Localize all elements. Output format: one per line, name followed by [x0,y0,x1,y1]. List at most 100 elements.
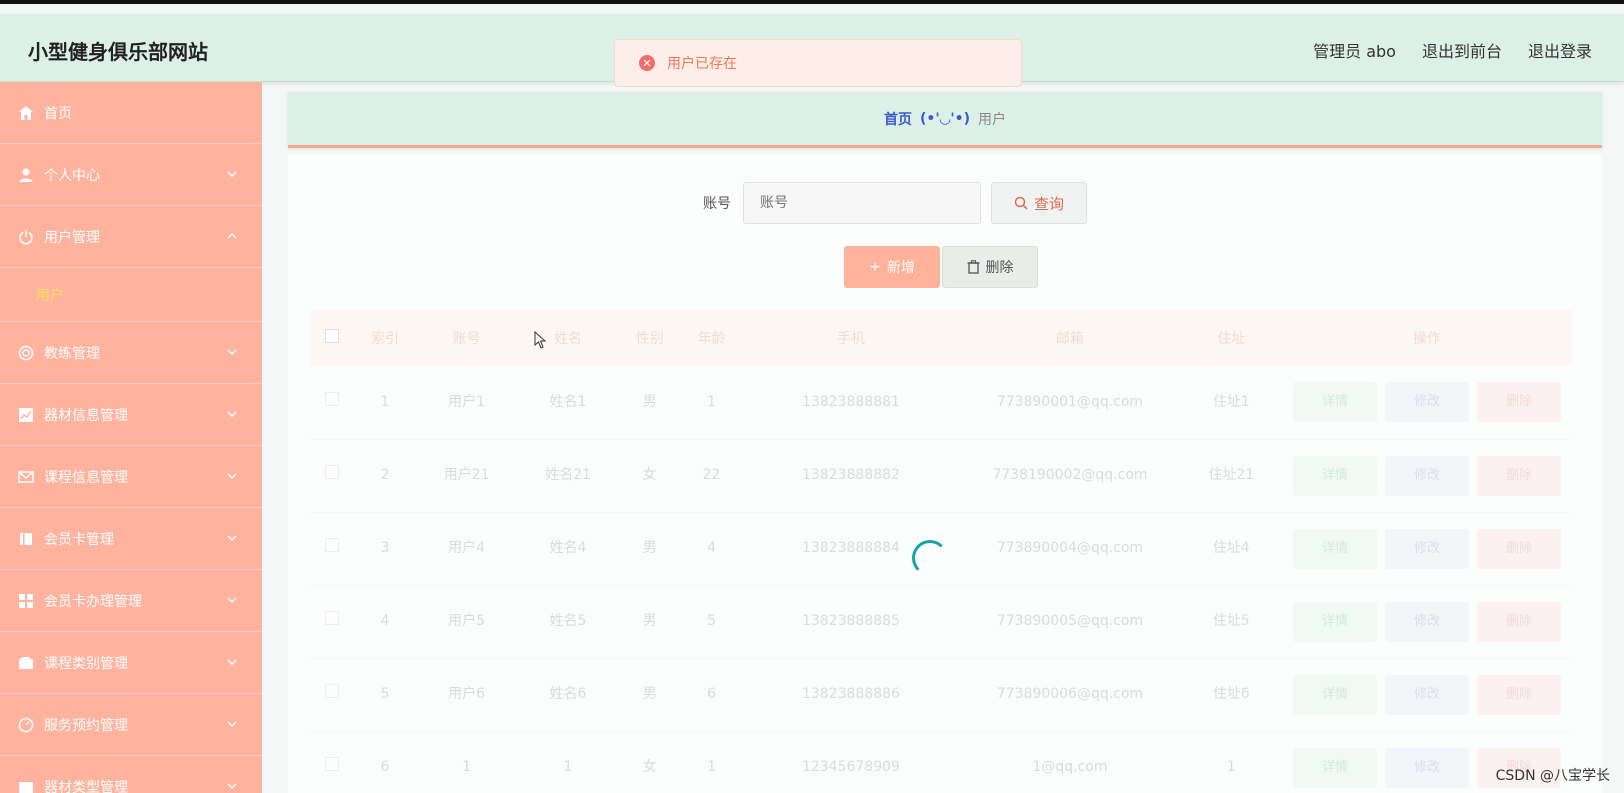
sidebar-item-equipment-type[interactable]: 器材类型管理 [0,756,262,793]
table-cell: 1 [1226,759,1236,776]
row-checkbox[interactable] [310,366,354,439]
add-button[interactable]: + 新增 [844,246,940,288]
table-cell: 住址6 [1212,686,1250,703]
table-cell: 5 [380,686,390,703]
table-cell: 12345678909 [801,759,900,776]
sidebar-item-label: 会员卡管理 [44,531,114,548]
row-checkbox[interactable] [310,658,354,731]
sidebar-item-home[interactable]: 首页 [0,82,262,144]
edit-button[interactable]: 修改 [1385,528,1469,569]
row-delete-button[interactable]: 删除 [1477,455,1561,496]
search-icon [1014,196,1028,210]
column-header: 索引 [370,331,399,347]
watermark: CSDN @八宝学长 [1495,768,1610,784]
row-delete-button[interactable]: 删除 [1477,674,1561,715]
sidebar-item-card-application[interactable]: 会员卡办理管理 [0,570,262,632]
table-cell: 5 [707,613,717,630]
table-cell: 7738190002@qq.com [992,467,1148,484]
row-checkbox[interactable] [310,731,354,793]
table-cell: 1 [563,759,573,776]
box-icon [18,779,34,793]
detail-button[interactable]: 详情 [1293,747,1377,788]
edit-button[interactable]: 修改 [1385,674,1469,715]
table-cell: 1 [707,394,717,411]
content-panel: 账号 查询 + 新增 删除 索引 [288,154,1602,793]
table-cell: 4 [707,540,717,557]
batch-delete-button[interactable]: 删除 [942,246,1038,288]
edit-button[interactable]: 修改 [1385,455,1469,496]
to-frontend-link[interactable]: 退出到前台 [1422,38,1502,62]
wallet-icon [18,655,34,671]
trash-icon [967,260,979,274]
row-actions: 详情 修改 删除 [1282,585,1572,658]
sidebar-item-profile[interactable]: 个人中心 [0,144,262,206]
chevron-up-icon [227,232,237,239]
edit-button[interactable]: 修改 [1385,382,1469,423]
table-cell: 男 [642,613,657,630]
row-actions: 详情 修改 删除 [1282,366,1572,439]
main-content: 首页 (•'◡'•) 用户 账号 查询 + 新增 删除 [262,82,1624,793]
sidebar-item-label: 服务预约管理 [44,717,128,734]
error-circle-icon: ✕ [639,55,655,71]
column-header: 操作 [1413,331,1441,347]
edit-button[interactable]: 修改 [1385,601,1469,642]
account-label: 账号 [703,196,731,212]
account-search-input[interactable] [743,182,981,224]
row-checkbox[interactable] [310,439,354,512]
table-header-row: 索引 账号 姓名 性别 年龄 手机 邮箱 住址 操作 [310,310,1572,366]
row-checkbox[interactable] [310,512,354,585]
row-checkbox[interactable] [310,585,354,658]
chevron-down-icon [227,783,237,790]
table-row: 2 用户21 姓名21 女 22 13823888882 7738190002@qq.com… [310,439,1572,512]
power-icon [18,229,34,245]
loading-spinner [912,540,948,576]
sidebar-item-membership-card[interactable]: 会员卡管理 [0,508,262,570]
sidebar-item-equipment-info[interactable]: 器材信息管理 [0,384,262,446]
select-all-checkbox[interactable] [310,310,354,366]
detail-button[interactable]: 详情 [1293,382,1377,423]
column-header: 账号 [452,331,481,347]
table-cell: 男 [642,394,657,411]
table-cell: 13823888881 [801,394,900,411]
sidebar-item-label: 器材类型管理 [44,779,128,793]
chevron-down-icon [227,721,237,728]
window-top-strip [0,0,1624,4]
sidebar-item-service-booking[interactable]: 服务预约管理 [0,694,262,756]
detail-button[interactable]: 详情 [1293,601,1377,642]
sidebar-item-label: 课程信息管理 [44,469,128,486]
sidebar-item-course-category[interactable]: 课程类别管理 [0,632,262,694]
sidebar-item-label: 用户管理 [44,229,100,246]
table-cell: 1 [462,759,472,776]
sidebar-item-coach-management[interactable]: 教练管理 [0,322,262,384]
mail-icon [18,469,34,485]
site-title: 小型健身俱乐部网站 [28,40,208,64]
row-delete-button[interactable]: 删除 [1477,528,1561,569]
toast-message: 用户已存在 [667,56,737,72]
sidebar-item-label: 个人中心 [44,167,100,184]
table-cell: 773890006@qq.com [996,686,1144,703]
detail-button[interactable]: 详情 [1293,455,1377,496]
sidebar-item-label: 教练管理 [44,345,100,362]
detail-button[interactable]: 详情 [1293,674,1377,715]
row-actions: 详情 修改 删除 [1282,512,1572,585]
breadcrumb-home[interactable]: 首页 [884,109,912,129]
table-cell: 男 [642,686,657,703]
table-cell: 住址1 [1212,394,1250,411]
column-header: 性别 [635,331,664,347]
logout-link[interactable]: 退出登录 [1528,38,1592,62]
detail-button[interactable]: 详情 [1293,528,1377,569]
table-row: 6 1 1 女 1 12345678909 1@qq.com 1 详情 修改 删除 [310,731,1572,793]
sidebar-item-course-info[interactable]: 课程信息管理 [0,446,262,508]
query-button[interactable]: 查询 [991,182,1087,224]
table-row: 5 用户6 姓名6 男 6 13823888886 773890006@qq.com 住址6 详… [310,658,1572,731]
column-header: 姓名 [554,331,582,347]
sidebar-subitem-user[interactable]: 用户 [0,268,262,322]
sidebar-item-user-management[interactable]: 用户管理 [0,206,262,268]
table-cell: 姓名1 [549,394,587,411]
table-cell: 773890005@qq.com [996,613,1144,630]
row-delete-button[interactable]: 删除 [1477,382,1561,423]
book-icon [18,531,34,547]
edit-button[interactable]: 修改 [1385,747,1469,788]
row-delete-button[interactable]: 删除 [1477,601,1561,642]
error-toast: ✕ 用户已存在 [614,39,1022,87]
